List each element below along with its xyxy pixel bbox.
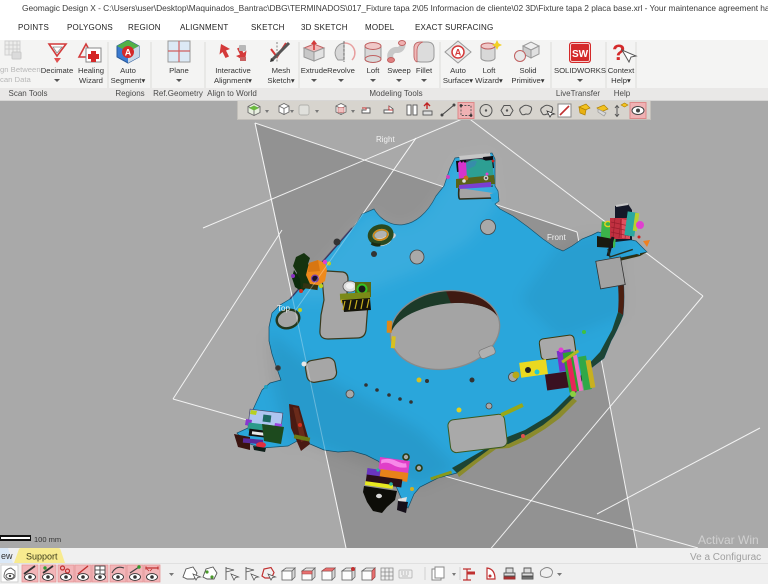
svg-text:Ve a Configurac: Ve a Configurac <box>690 552 761 563</box>
svg-text:SW: SW <box>572 49 589 60</box>
svg-text:Support: Support <box>26 552 58 562</box>
svg-text:Activar Win: Activar Win <box>698 533 759 547</box>
svg-text:A: A <box>455 48 462 58</box>
svg-text:Top: Top <box>277 304 290 313</box>
svg-text:Right: Right <box>376 135 395 144</box>
svg-text:100 mm: 100 mm <box>34 535 61 544</box>
svg-text:A: A <box>125 48 132 58</box>
svg-text:Front: Front <box>547 233 566 242</box>
svg-text:ew: ew <box>1 551 13 561</box>
